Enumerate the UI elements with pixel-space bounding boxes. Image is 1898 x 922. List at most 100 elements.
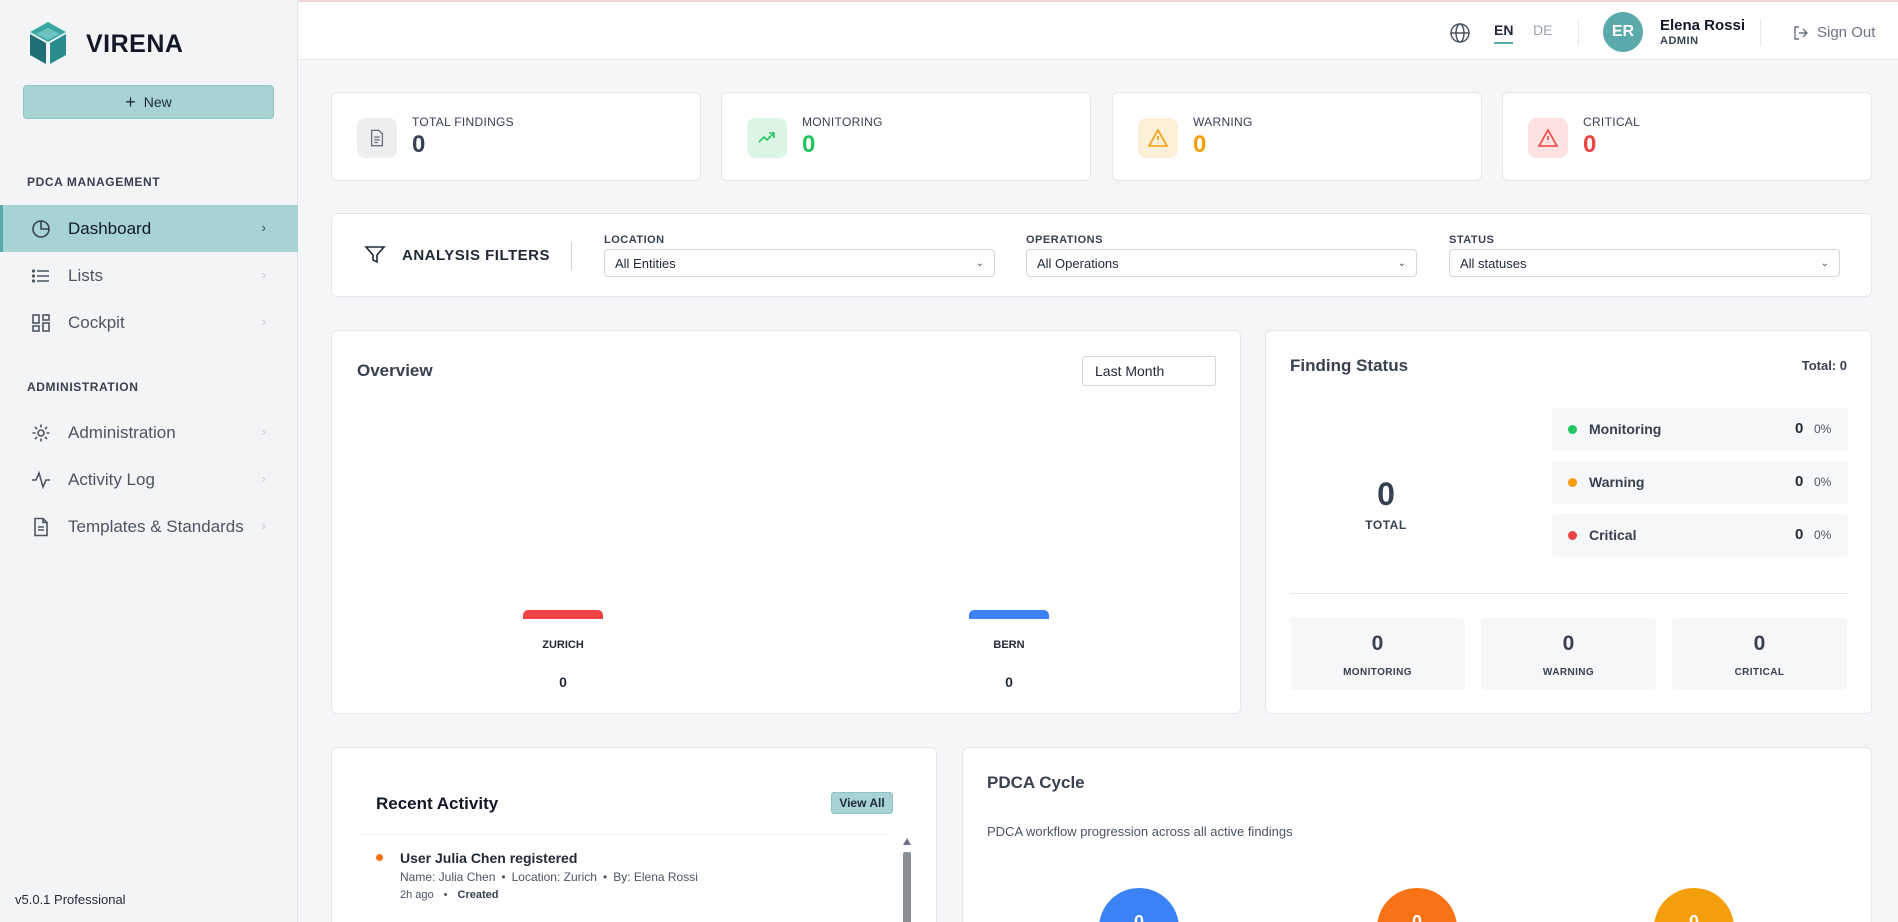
activity-title[interactable]: User Julia Chen registered (400, 850, 577, 866)
filter-icon (364, 246, 386, 264)
status-row-warning[interactable]: Warning 0 0% (1552, 461, 1848, 504)
filter-separator (571, 242, 572, 270)
sidebar-item-label: Lists (68, 265, 103, 285)
status-name: Monitoring (1589, 421, 1662, 437)
chevron-right-icon: › (261, 220, 266, 235)
avatar[interactable]: ER (1603, 12, 1643, 52)
scroll-thumb[interactable] (903, 852, 911, 922)
status-name: Critical (1589, 527, 1637, 543)
status-value: All statuses (1460, 255, 1527, 271)
status-filter: STATUS All statuses ⌄ (1449, 234, 1840, 277)
chevron-down-icon: ⌄ (1820, 257, 1829, 269)
operations-select[interactable]: All Operations ⌄ (1026, 249, 1417, 277)
status-count: 0 (1795, 420, 1804, 437)
section-title-administration: ADMINISTRATION (27, 380, 139, 394)
sidebar-item-activity-log[interactable]: Activity Log › (0, 456, 298, 503)
activity-scrollbar[interactable] (902, 838, 912, 922)
language-en[interactable]: EN (1494, 22, 1514, 44)
sign-out-label: Sign Out (1817, 24, 1876, 41)
user-role: ADMIN (1660, 35, 1699, 47)
sidebar-item-label: Activity Log (68, 469, 155, 489)
status-row-critical[interactable]: Critical 0 0% (1552, 514, 1848, 557)
plus-icon: + (125, 92, 136, 112)
pdca-stage-do[interactable]: 0 (1377, 888, 1457, 922)
globe-icon[interactable] (1449, 22, 1471, 49)
chevron-right-icon: › (261, 471, 266, 486)
app-logo[interactable]: VIRENA (26, 20, 183, 68)
new-button-label: New (143, 94, 172, 110)
status-name: Warning (1589, 474, 1645, 490)
stat-card-critical[interactable]: CRITICAL 0 (1502, 92, 1872, 181)
summary-label: CRITICAL (1734, 667, 1785, 678)
sign-out-button[interactable]: Sign Out (1793, 24, 1875, 41)
chart-bar[interactable] (969, 610, 1049, 619)
sidebar-item-administration[interactable]: Administration › (0, 409, 298, 456)
chevron-down-icon: ⌄ (1397, 257, 1406, 269)
stat-value: 0 (1583, 131, 1597, 158)
operations-value: All Operations (1037, 255, 1119, 271)
grid-icon (31, 313, 51, 333)
language-de[interactable]: DE (1533, 22, 1552, 38)
status-label: STATUS (1449, 234, 1495, 246)
summary-value: 0 (1371, 632, 1384, 655)
bullet: • (501, 870, 506, 884)
sidebar: VIRENA + New PDCA MANAGEMENT Dashboard ›… (0, 0, 298, 922)
chart-value-label: 0 (1005, 674, 1013, 690)
trending-up-icon (747, 118, 787, 158)
sidebar-item-templates-standards[interactable]: Templates & Standards › (0, 503, 298, 550)
new-button[interactable]: + New (23, 85, 274, 119)
status-select[interactable]: All statuses ⌄ (1449, 249, 1840, 277)
location-select[interactable]: All Entities ⌄ (604, 249, 995, 277)
sidebar-item-lists[interactable]: Lists › (0, 252, 298, 299)
finding-status-title: Finding Status (1290, 356, 1409, 375)
pdca-stage-check[interactable]: 0 (1654, 888, 1734, 922)
pdca-stage-plan[interactable]: 0 (1099, 888, 1179, 922)
recent-activity-panel: Recent Activity View All User Julia Chen… (331, 747, 937, 922)
summary-critical: 0 CRITICAL (1672, 618, 1847, 690)
summary-warning: 0 WARNING (1481, 618, 1656, 690)
status-percent: 0% (1814, 528, 1832, 542)
activity-time-row: 2h ago • Created (400, 889, 498, 901)
bullet: • (602, 870, 608, 884)
operations-label: OPERATIONS (1026, 234, 1103, 246)
stat-label: MONITORING (802, 115, 883, 129)
stat-card-warning[interactable]: WARNING 0 (1112, 92, 1482, 181)
location-filter: LOCATION All Entities ⌄ (604, 234, 995, 277)
filters-title: ANALYSIS FILTERS (402, 246, 551, 264)
pdca-cycle-panel: PDCA Cycle PDCA workflow progression acr… (962, 747, 1872, 922)
document-icon (357, 118, 397, 158)
chart-value-label: 0 (559, 674, 567, 690)
stat-value: 0 (802, 131, 816, 158)
status-count: 0 (1795, 526, 1804, 543)
chart-category-label: ZURICH (542, 639, 584, 651)
summary-value: 0 (1562, 632, 1575, 655)
stat-label: TOTAL FINDINGS (412, 115, 514, 129)
finding-status-panel: Finding Status Total: 0 0 TOTAL Monitori… (1265, 330, 1872, 714)
period-select[interactable]: Last Month (1082, 356, 1216, 386)
chart-bar[interactable] (523, 610, 603, 619)
sidebar-item-cockpit[interactable]: Cockpit › (0, 299, 298, 346)
stat-label: CRITICAL (1583, 115, 1641, 129)
status-dot (1568, 531, 1577, 540)
pdca-description: PDCA workflow progression across all act… (987, 824, 1293, 839)
total-count: 0 (1377, 476, 1395, 512)
sidebar-item-dashboard[interactable]: Dashboard › (0, 205, 298, 252)
stat-value: 0 (412, 131, 426, 158)
status-row-monitoring[interactable]: Monitoring 0 0% (1552, 408, 1848, 451)
warning-icon (1138, 118, 1178, 158)
stat-card-monitoring[interactable]: MONITORING 0 (721, 92, 1091, 181)
activity-meta: Name: Julia Chen • Location: Zurich • By… (400, 870, 698, 884)
sidebar-item-label: Dashboard (68, 218, 152, 238)
alert-triangle-icon (1528, 118, 1568, 158)
stat-card-total-findings[interactable]: TOTAL FINDINGS 0 (331, 92, 701, 181)
activity-action: Created (457, 889, 499, 901)
stat-label: WARNING (1193, 115, 1253, 129)
view-all-button[interactable]: View All (831, 792, 893, 814)
summary-label: WARNING (1542, 667, 1595, 678)
scroll-up-arrow[interactable] (903, 838, 911, 845)
finding-status-total: Total: 0 (1801, 358, 1847, 373)
activity-location: Location: Zurich (511, 870, 597, 884)
top-header: EN DE ER Elena Rossi ADMIN Sign Out (299, 0, 1898, 60)
activity-icon (31, 470, 51, 490)
activity-dot (376, 854, 383, 861)
